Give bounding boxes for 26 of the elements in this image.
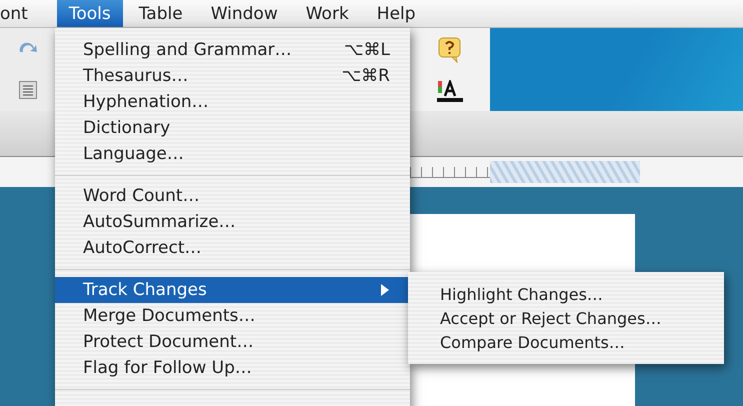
menu-item[interactable]: Thesaurus… ⌥⌘R — [55, 63, 410, 89]
submenu-item[interactable]: Highlight Changes… — [408, 282, 724, 306]
menu-bar-item[interactable]: Help — [364, 0, 428, 27]
menu-item[interactable]: Flag for Follow Up… — [55, 355, 410, 381]
menu-bar-item[interactable]: Table — [126, 0, 195, 27]
menu-item[interactable]: Hyphenation… — [55, 89, 410, 115]
menu-item[interactable]: AutoCorrect… — [55, 235, 410, 261]
menu-item[interactable]: Protect Document… — [55, 329, 410, 355]
shortcut-text: ⌥⌘R — [342, 66, 390, 86]
submenu-arrow-icon — [380, 283, 390, 297]
submenu-item[interactable]: Compare Documents… — [408, 330, 724, 354]
menu-item[interactable]: Word Count… — [55, 183, 410, 209]
menu-item[interactable]: Language… — [55, 141, 410, 167]
submenu-item[interactable]: Accept or Reject Changes… — [408, 306, 724, 330]
menu-bar-item[interactable]: Tools — [56, 0, 123, 27]
menu-bar-item[interactable]: Work — [294, 0, 361, 27]
shortcut-text: ⌥⌘L — [344, 40, 390, 60]
font-color-icon[interactable] — [437, 80, 463, 102]
help-icon[interactable] — [438, 36, 462, 63]
menu-item[interactable]: AutoSummarize… — [55, 209, 410, 235]
menu-item[interactable]: Spelling and Grammar… ⌥⌘L — [55, 37, 410, 63]
align-icon[interactable] — [18, 80, 36, 99]
menu-item[interactable]: Merge Documents… — [55, 303, 410, 329]
menu-bar-item[interactable]: Window — [198, 0, 290, 27]
menu-bar-item[interactable]: ont — [0, 0, 40, 27]
menu-item[interactable]: Track Changes — [55, 277, 410, 303]
